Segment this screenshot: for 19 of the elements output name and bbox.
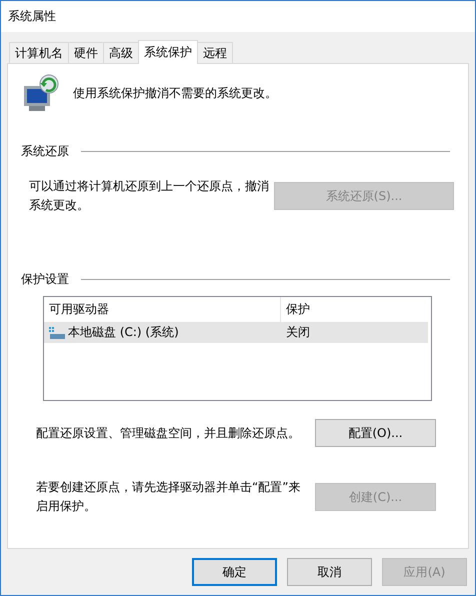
- create-description: 若要创建还原点，请先选择驱动器并单击“配置”来启用保护。: [36, 479, 301, 515]
- section-heading: 系统还原: [21, 143, 69, 160]
- restore-description: 可以通过将计算机还原到上一个还原点，撤消系统更改。: [29, 178, 270, 214]
- drive-name: 本地磁盘 (C:) (系统): [68, 324, 179, 341]
- section-heading: 保护设置: [21, 271, 69, 288]
- intro-text: 使用系统保护撤消不需要的系统更改。: [73, 84, 277, 102]
- drive-icon: [49, 326, 65, 338]
- window-title: 系统属性: [8, 8, 56, 25]
- protection-status: 关闭: [285, 324, 311, 341]
- dialog-button[interactable]: 确定: [192, 558, 277, 586]
- tab[interactable]: 系统保护: [138, 40, 198, 64]
- configure-description: 配置还原设置、管理磁盘空间，并且删除还原点。: [36, 424, 301, 442]
- drive-row[interactable]: 本地磁盘 (C:) (系统) 关闭: [44, 322, 428, 343]
- computer-restore-icon: [21, 74, 61, 112]
- column-header[interactable]: 可用驱动器: [44, 297, 280, 322]
- tab[interactable]: 计算机名: [9, 42, 69, 63]
- configure-button[interactable]: 配置(O)...: [315, 419, 436, 447]
- tab[interactable]: 远程: [197, 42, 233, 63]
- dialog-button[interactable]: 取消: [287, 558, 372, 586]
